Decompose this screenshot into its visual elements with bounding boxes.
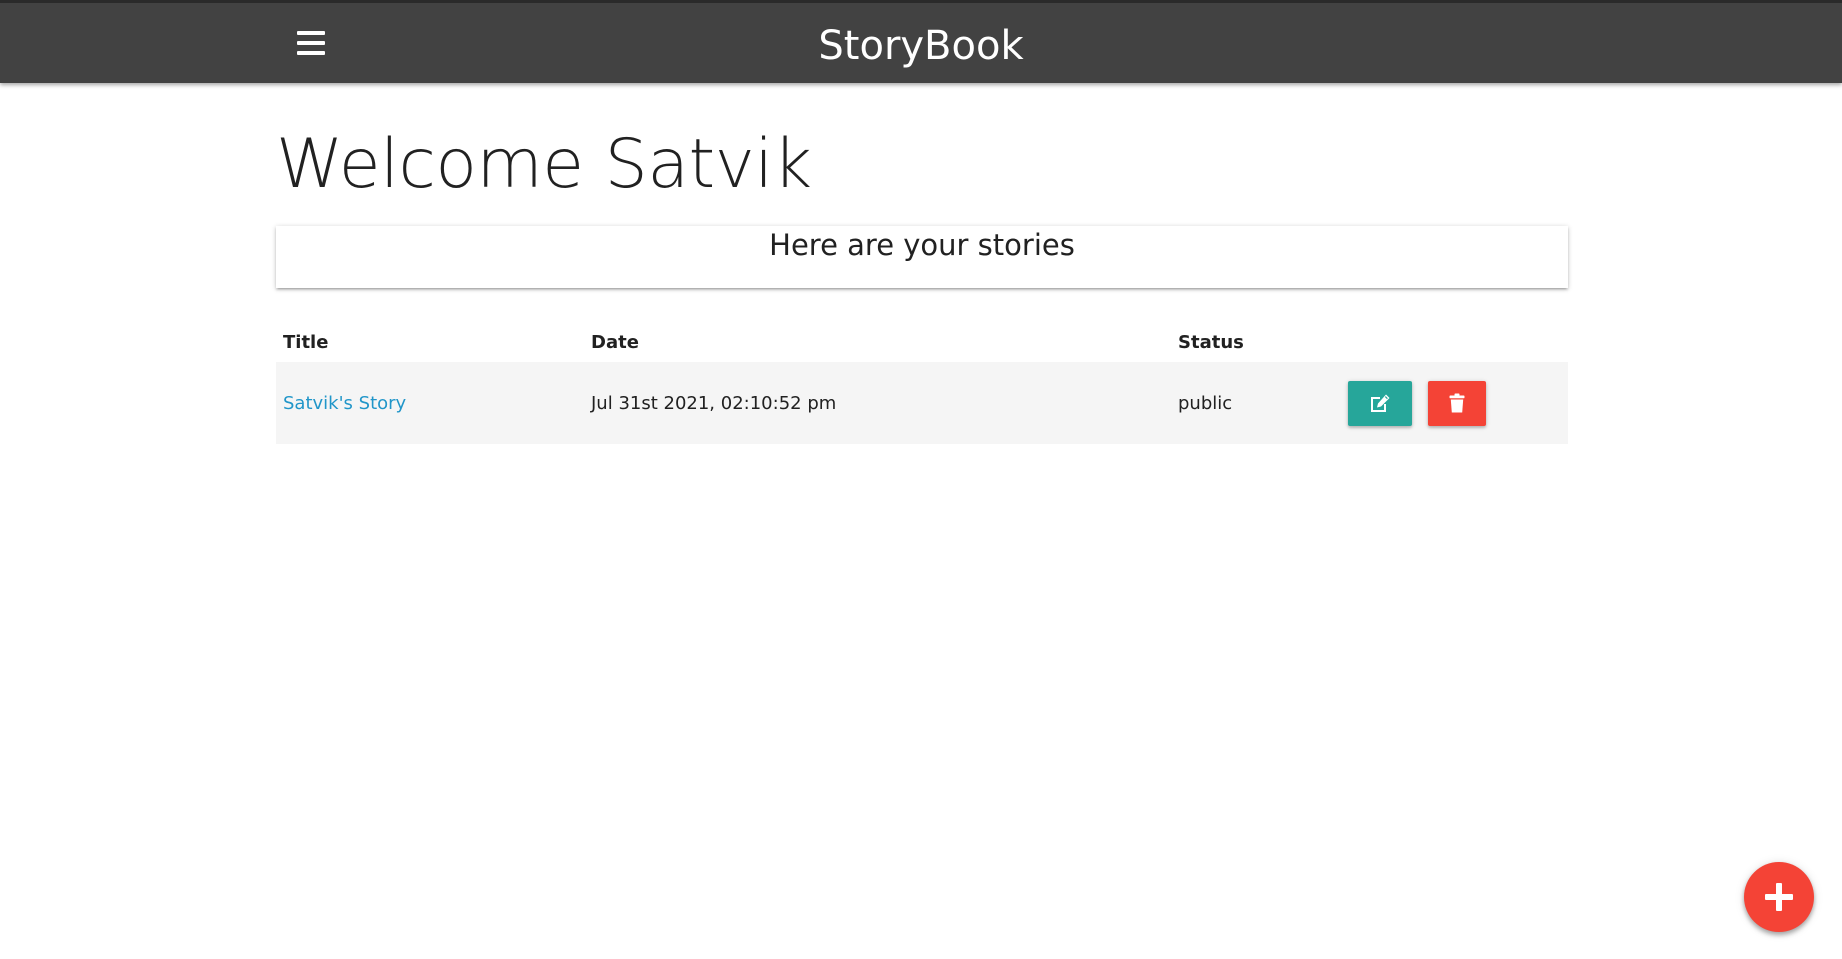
hamburger-menu-icon-bar: [297, 41, 325, 45]
stories-table: Title Date Status Satvik's Story Jul 31s…: [276, 322, 1568, 444]
column-header-date: Date: [591, 331, 639, 353]
stories-card: Here are your stories: [276, 226, 1568, 288]
delete-story-button[interactable]: [1427, 380, 1486, 426]
top-navbar: StoryBook: [0, 0, 1842, 83]
brand-container: StoryBook: [0, 3, 1842, 86]
table-header-row: Title Date Status: [276, 322, 1568, 362]
story-actions-cell: [1341, 362, 1568, 444]
column-header-actions: [1341, 322, 1568, 362]
story-date-cell: Jul 31st 2021, 02:10:52 pm: [591, 392, 837, 414]
welcome-heading: Welcome Satvik: [276, 125, 812, 204]
stories-table-body: Satvik's Story Jul 31st 2021, 02:10:52 p…: [276, 362, 1568, 444]
column-header-title: Title: [283, 331, 329, 353]
stories-card-title: Here are your stories: [769, 228, 1075, 262]
edit-story-button[interactable]: [1348, 380, 1412, 426]
story-title-cell: Satvik's Story: [276, 362, 584, 444]
stories-table-head: Title Date Status: [276, 322, 1568, 362]
add-story-fab-button[interactable]: [1744, 862, 1814, 932]
plus-icon: [1765, 883, 1793, 911]
table-row: Satvik's Story Jul 31st 2021, 02:10:52 p…: [276, 362, 1568, 444]
hamburger-menu-icon-bar: [297, 51, 325, 55]
brand-logo-link[interactable]: StoryBook: [818, 23, 1023, 69]
trash-icon: [1449, 393, 1465, 413]
main-container: Welcome Satvik Here are your stories Tit…: [276, 83, 1568, 444]
edit-icon: [1371, 394, 1390, 412]
story-status-cell: public: [1178, 392, 1233, 414]
column-header-status: Status: [1178, 331, 1244, 353]
hamburger-menu-button[interactable]: [297, 31, 327, 57]
story-title-link[interactable]: Satvik's Story: [283, 393, 406, 414]
hamburger-menu-icon-bar: [297, 31, 325, 35]
